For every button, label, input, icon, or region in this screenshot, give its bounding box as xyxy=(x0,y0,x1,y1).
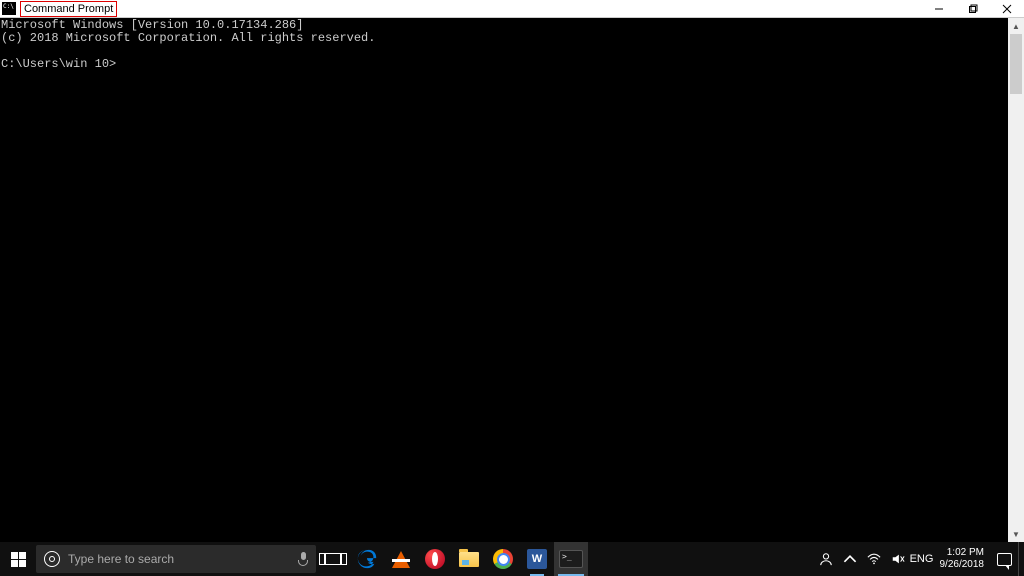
people-button[interactable] xyxy=(814,542,838,576)
windows-logo-icon xyxy=(11,552,26,567)
tray-overflow-button[interactable] xyxy=(838,542,862,576)
file-explorer-icon xyxy=(459,552,479,567)
edge-icon xyxy=(356,548,378,570)
word-icon: W xyxy=(527,549,547,569)
title-left: Command Prompt xyxy=(0,0,117,17)
taskbar-app-opera[interactable] xyxy=(418,542,452,576)
scroll-down-button[interactable]: ▼ xyxy=(1008,526,1024,542)
scrollbar[interactable]: ▲ ▼ xyxy=(1008,18,1024,542)
task-view-button[interactable] xyxy=(316,542,350,576)
language-indicator[interactable]: ENG xyxy=(910,542,934,576)
start-button[interactable] xyxy=(0,542,36,576)
taskbar-app-word[interactable]: W xyxy=(520,542,554,576)
scroll-up-button[interactable]: ▲ xyxy=(1008,18,1024,34)
maximize-button[interactable] xyxy=(956,0,990,18)
console-area: Microsoft Windows [Version 10.0.17134.28… xyxy=(0,18,1024,542)
wifi-icon xyxy=(867,552,881,566)
chevron-up-icon xyxy=(843,552,857,566)
task-view-icon xyxy=(325,553,341,565)
tray-network-button[interactable] xyxy=(862,542,886,576)
cortana-icon xyxy=(44,551,60,567)
console-line-2: (c) 2018 Microsoft Corporation. All righ… xyxy=(1,31,375,45)
taskbar-right: ENG 1:02 PM 9/26/2018 xyxy=(814,542,1024,576)
vlc-icon xyxy=(392,551,410,568)
action-center-icon xyxy=(997,553,1012,566)
window-controls xyxy=(922,0,1024,17)
people-icon xyxy=(819,552,833,566)
minimize-button[interactable] xyxy=(922,0,956,18)
cmd-icon xyxy=(559,550,583,568)
search-placeholder: Type here to search xyxy=(68,552,290,566)
microphone-icon[interactable] xyxy=(298,552,308,566)
maximize-icon xyxy=(968,4,978,14)
window-title: Command Prompt xyxy=(20,1,117,17)
scrollbar-track[interactable] xyxy=(1008,34,1024,526)
taskbar-app-edge[interactable] xyxy=(350,542,384,576)
close-icon xyxy=(1002,4,1012,14)
cmd-app-icon xyxy=(2,2,16,15)
taskbar: Type here to search W xyxy=(0,542,1024,576)
console[interactable]: Microsoft Windows [Version 10.0.17134.28… xyxy=(0,18,1008,542)
clock-date: 9/26/2018 xyxy=(940,559,985,571)
taskbar-app-vlc[interactable] xyxy=(384,542,418,576)
scrollbar-thumb[interactable] xyxy=(1010,34,1022,94)
volume-mute-icon xyxy=(891,552,905,566)
taskbar-app-explorer[interactable] xyxy=(452,542,486,576)
console-line-1: Microsoft Windows [Version 10.0.17134.28… xyxy=(1,18,303,32)
action-center-button[interactable] xyxy=(990,542,1018,576)
minimize-icon xyxy=(934,4,944,14)
titlebar: Command Prompt xyxy=(0,0,1024,18)
taskbar-app-chrome[interactable] xyxy=(486,542,520,576)
chrome-icon xyxy=(493,549,513,569)
show-desktop-button[interactable] xyxy=(1018,542,1024,576)
tray-volume-button[interactable] xyxy=(886,542,910,576)
console-prompt: C:\Users\win 10> xyxy=(1,58,116,71)
clock[interactable]: 1:02 PM 9/26/2018 xyxy=(934,547,991,571)
opera-icon xyxy=(425,549,445,569)
taskbar-left: Type here to search W xyxy=(0,542,588,576)
search-box[interactable]: Type here to search xyxy=(36,545,316,573)
clock-time: 1:02 PM xyxy=(947,547,984,559)
taskbar-app-cmd[interactable] xyxy=(554,542,588,576)
close-button[interactable] xyxy=(990,0,1024,18)
